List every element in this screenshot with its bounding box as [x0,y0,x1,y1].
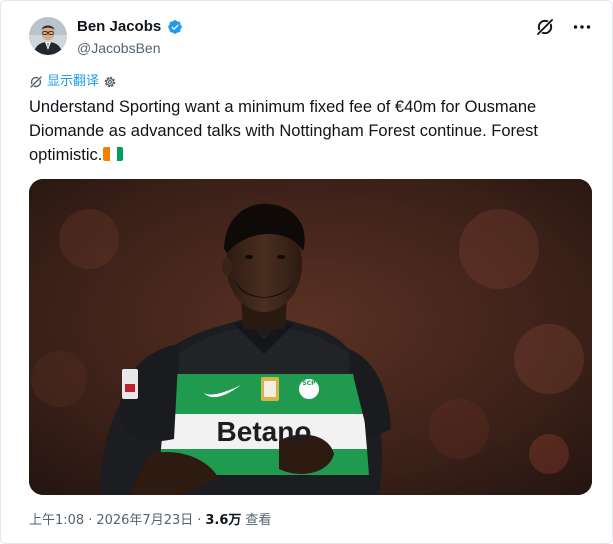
tweet-header: Ben Jacobs @JacobsBen [29,17,592,57]
author-name[interactable]: Ben Jacobs [77,17,161,37]
tweet-media-image[interactable]: SCP Betano [29,179,592,495]
ivory-coast-flag-icon [103,147,124,161]
author-handle[interactable]: @JacobsBen [77,39,183,57]
translate-icon [29,75,43,89]
author-name-row: Ben Jacobs [77,17,183,37]
more-icon[interactable] [572,17,592,37]
tweet-time[interactable]: 上午1:08 [29,512,84,530]
tweet-footer: 上午1:08 · 2026年7月23日 · 3.6万 查看 [29,512,271,530]
tweet-date[interactable]: 2026年7月23日 [96,512,193,530]
verified-icon[interactable] [167,19,183,35]
show-translation-link[interactable]: 显示翻译 [47,73,99,91]
views-count: 3.6万 [205,513,242,528]
tweet-text: Understand Sporting want a minimum fixed… [29,95,589,167]
author-block[interactable]: Ben Jacobs @JacobsBen [77,17,183,57]
views-label: 查看 [245,513,272,528]
grok-icon[interactable] [535,17,555,37]
avatar[interactable] [29,17,67,55]
jersey-sponsor-text: Betano [217,416,312,447]
tweet-card[interactable]: Ben Jacobs @JacobsBen 显示翻译 Understand Sp… [0,0,613,544]
club-badge-text: SCP [302,380,316,387]
settings-gear-icon[interactable] [103,75,117,89]
footer-separator: · [88,513,93,528]
footer-separator: · [197,513,202,528]
show-translation-row[interactable]: 显示翻译 [29,73,117,91]
